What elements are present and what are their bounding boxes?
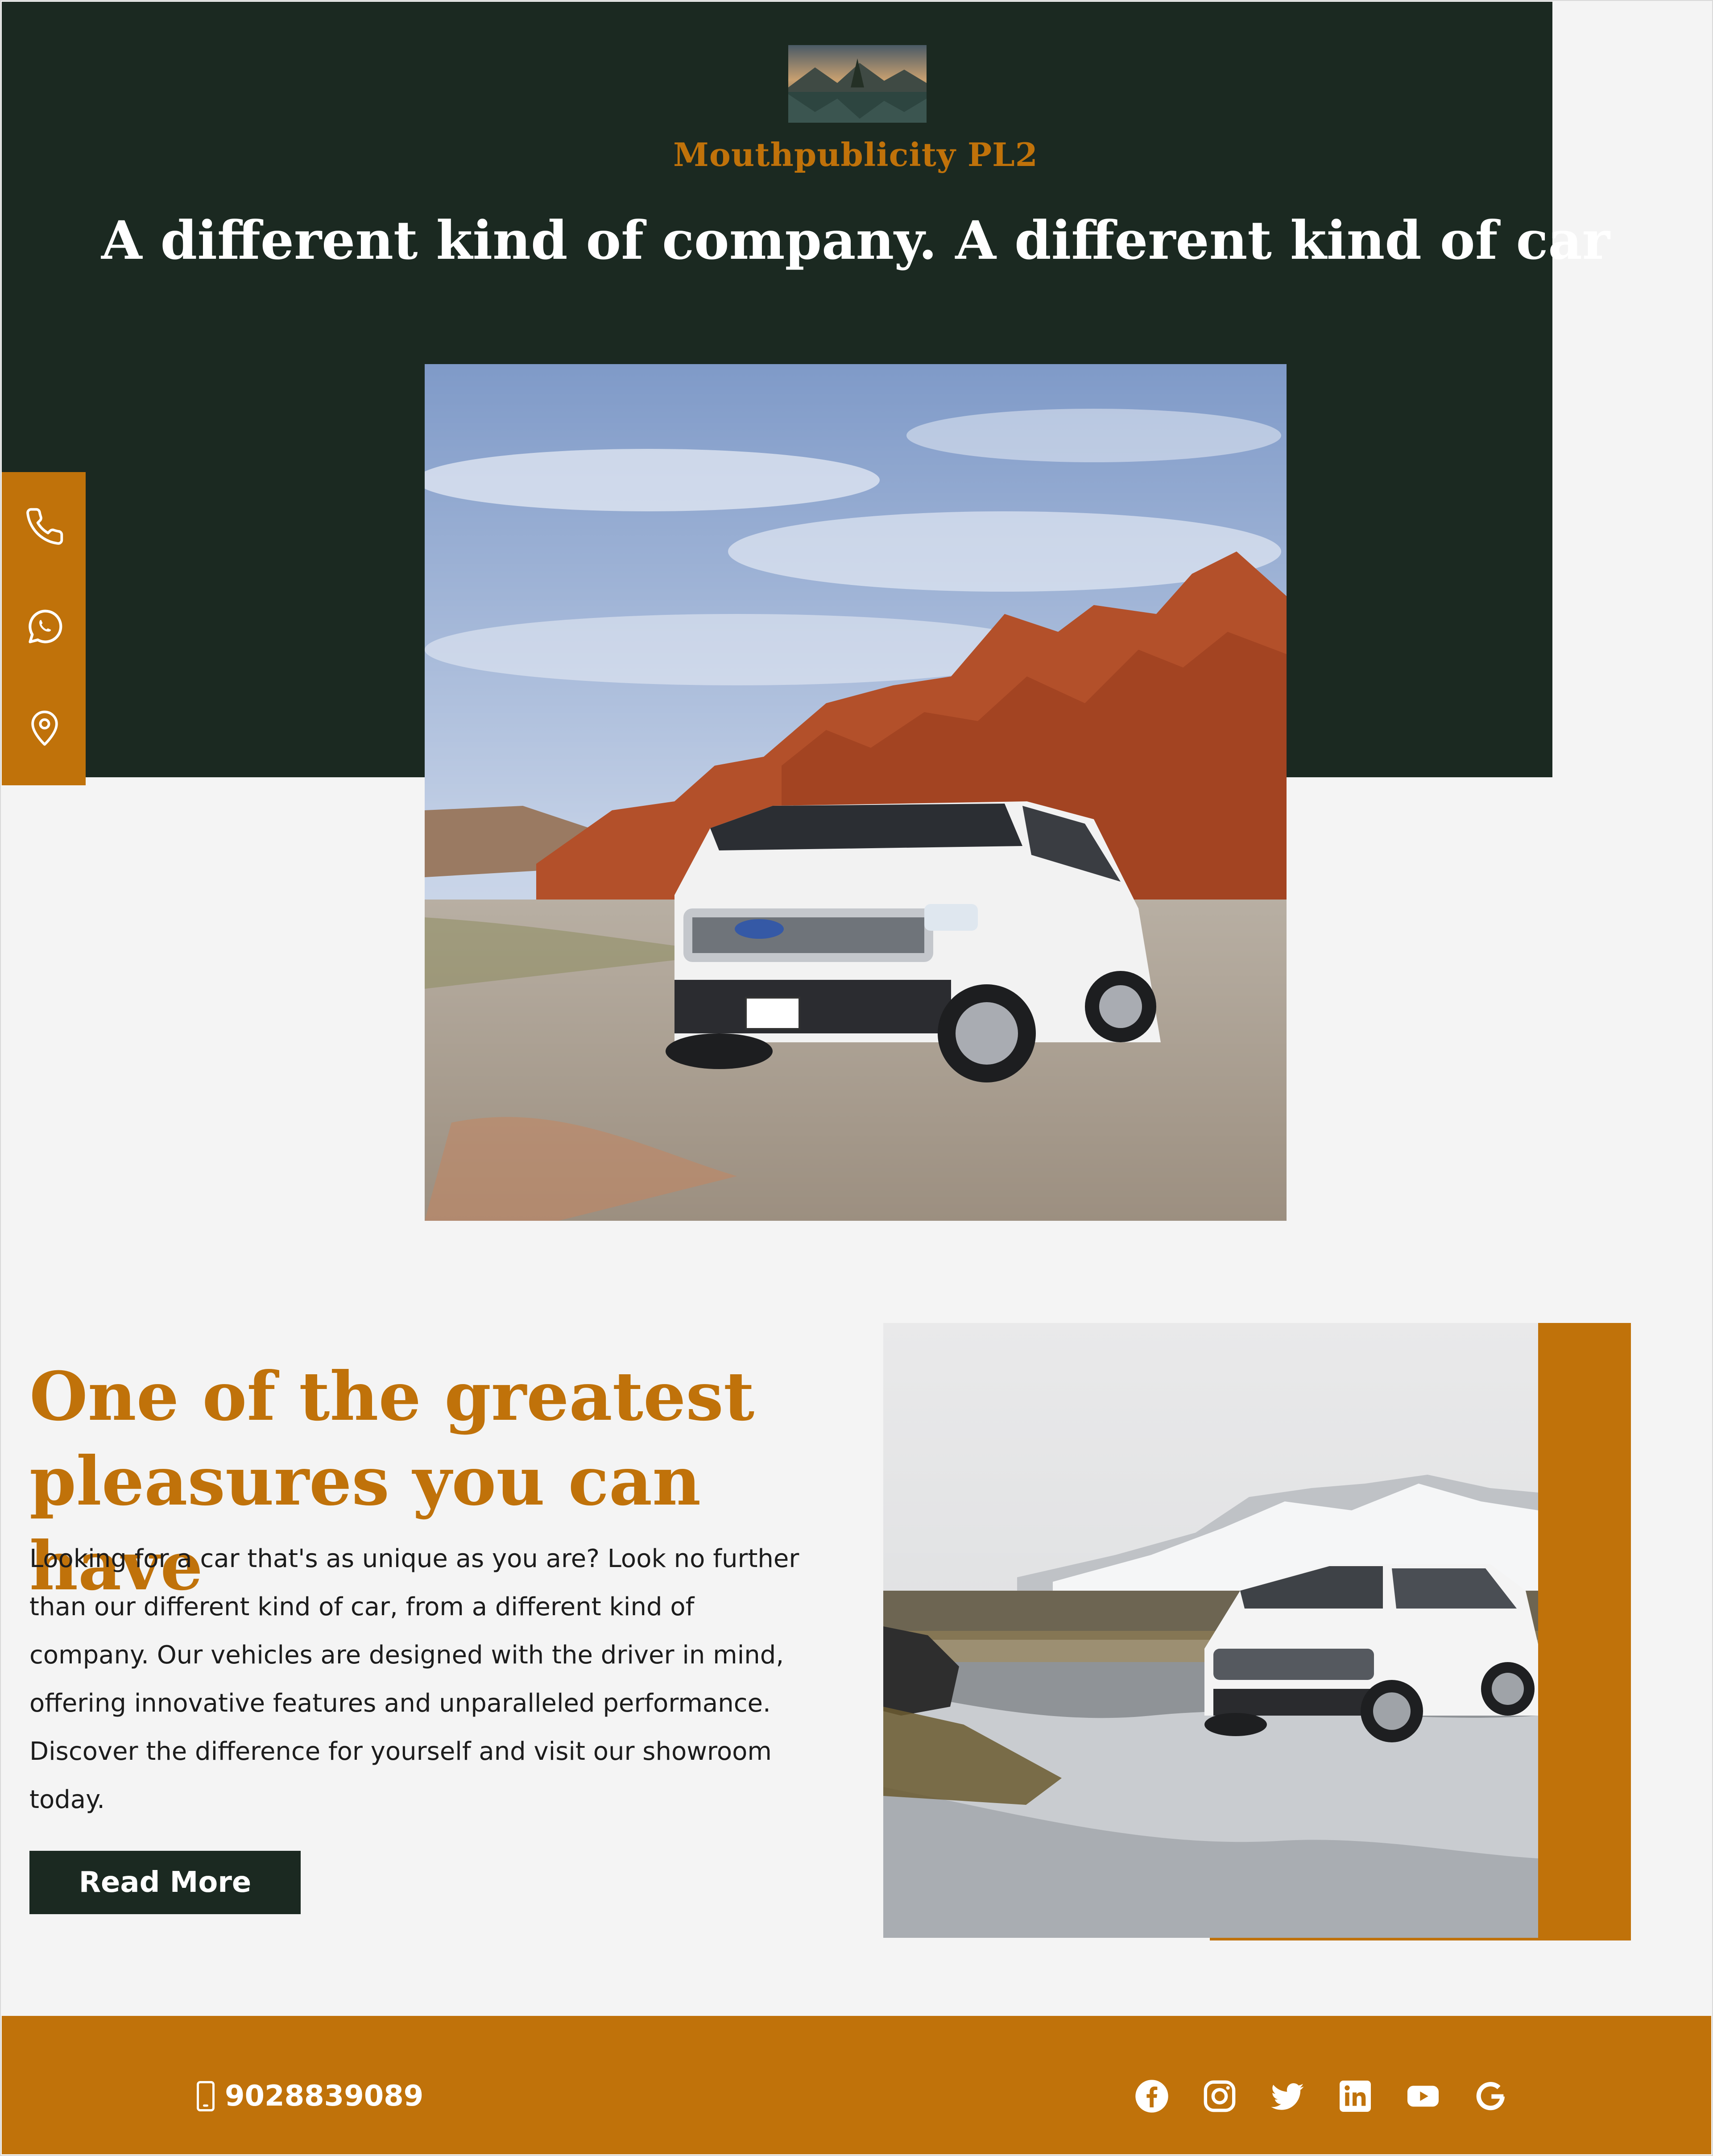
landscape-logo[interactable] — [788, 45, 927, 123]
hero-car-image — [425, 364, 1287, 1221]
facebook-icon[interactable] — [1134, 2078, 1170, 2114]
footer-phone-number: 9028839089 — [225, 2080, 424, 2113]
footer-phone[interactable]: 9028839089 — [196, 2078, 423, 2114]
feature-body-line: Looking for a car that's as unique as yo… — [29, 1544, 799, 1573]
feature-car-image — [883, 1323, 1538, 1938]
feature-body-line: today. — [29, 1785, 105, 1814]
feature-body-line: company. Our vehicles are designed with … — [29, 1641, 784, 1670]
read-more-button[interactable]: Read More — [29, 1851, 301, 1914]
feature-body-line: offering innovative features and unparal… — [29, 1689, 771, 1718]
mobile-phone-icon — [197, 2081, 215, 2111]
youtube-icon[interactable] — [1405, 2078, 1441, 2114]
twitter-icon[interactable] — [1270, 2078, 1305, 2114]
phone-icon[interactable] — [24, 506, 65, 547]
instagram-icon[interactable] — [1202, 2078, 1237, 2114]
location-pin-icon[interactable] — [24, 707, 65, 748]
footer: 9028839089 — [2, 2016, 1711, 2154]
contact-sidebar — [2, 472, 86, 785]
social-links — [1134, 2074, 1509, 2119]
google-icon[interactable] — [1473, 2078, 1509, 2114]
hero-headline: A different kind of company. A different… — [101, 209, 1610, 271]
feature-title-line1: One of the greatest — [29, 1357, 755, 1436]
feature-body-line: than our different kind of car, from a d… — [29, 1592, 695, 1621]
feature-body-line: Discover the difference for yourself and… — [29, 1737, 772, 1766]
whatsapp-icon[interactable] — [24, 607, 65, 648]
brand-name: Mouthpublicity PL2 — [673, 136, 1038, 174]
linkedin-icon[interactable] — [1337, 2078, 1373, 2114]
feature-body: Looking for a car that's as unique as yo… — [29, 1535, 832, 1824]
